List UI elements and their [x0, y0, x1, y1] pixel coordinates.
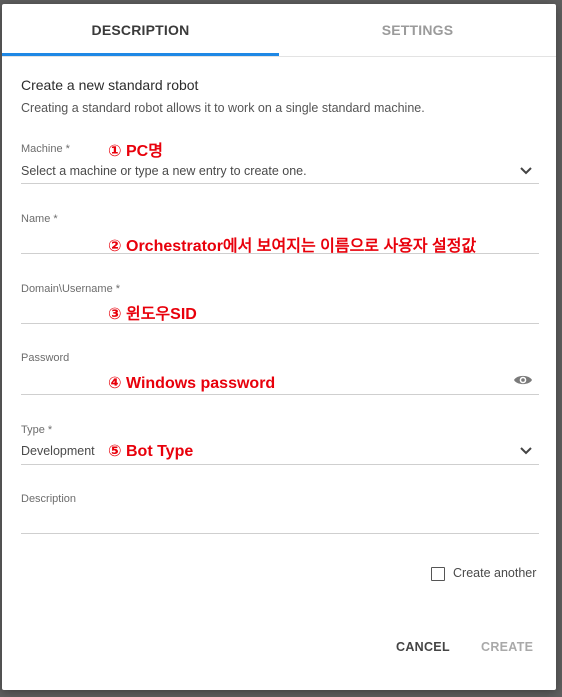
type-select[interactable]: Development: [21, 444, 95, 458]
tab-settings[interactable]: SETTINGS: [279, 4, 556, 56]
password-underline: [21, 394, 539, 395]
username-underline: [21, 323, 539, 324]
password-field[interactable]: Password ④ Windows password: [21, 349, 539, 397]
active-tab-indicator: [2, 53, 279, 56]
password-annotation: ④ Windows password: [108, 375, 276, 392]
machine-field[interactable]: Machine * ① PC명 Select a machine or type…: [21, 140, 539, 186]
form-subheading: Creating a standard robot allows it to w…: [21, 101, 425, 115]
description-label: Description: [21, 493, 77, 505]
create-another-label[interactable]: Create another: [453, 566, 536, 580]
tab-bar: DESCRIPTION SETTINGS: [2, 4, 556, 57]
name-label: Name *: [21, 213, 58, 225]
type-underline: [21, 464, 539, 465]
chevron-down-icon[interactable]: [519, 446, 533, 456]
name-field[interactable]: Name * ② Orchestrator에서 보여지는 이름으로 사용자 설정…: [21, 210, 539, 256]
chevron-down-icon[interactable]: [519, 166, 533, 176]
description-field[interactable]: Description: [21, 490, 539, 536]
type-label: Type *: [21, 424, 53, 436]
create-robot-dialog: DESCRIPTION SETTINGS Create a new standa…: [2, 4, 556, 690]
eye-icon[interactable]: [513, 373, 533, 387]
machine-underline: [21, 183, 539, 184]
tab-description[interactable]: DESCRIPTION: [2, 4, 279, 56]
username-annotation: ③ 윈도우SID: [108, 306, 197, 323]
username-field[interactable]: Domain\Username * ③ 윈도우SID: [21, 280, 539, 326]
machine-label: Machine *: [21, 143, 70, 155]
create-button[interactable]: CREATE: [481, 636, 533, 658]
name-underline: [21, 253, 539, 254]
machine-annotation: ① PC명: [108, 143, 163, 160]
type-field[interactable]: Type * Development ⑤ Bot Type: [21, 421, 539, 467]
cancel-button[interactable]: CANCEL: [396, 636, 450, 658]
form-heading: Create a new standard robot: [21, 77, 199, 93]
machine-input[interactable]: Select a machine or type a new entry to …: [21, 164, 307, 178]
password-label: Password: [21, 352, 70, 364]
create-another-checkbox[interactable]: [431, 567, 445, 581]
username-label: Domain\Username *: [21, 283, 121, 295]
type-annotation: ⑤ Bot Type: [108, 443, 194, 460]
description-underline: [21, 533, 539, 534]
